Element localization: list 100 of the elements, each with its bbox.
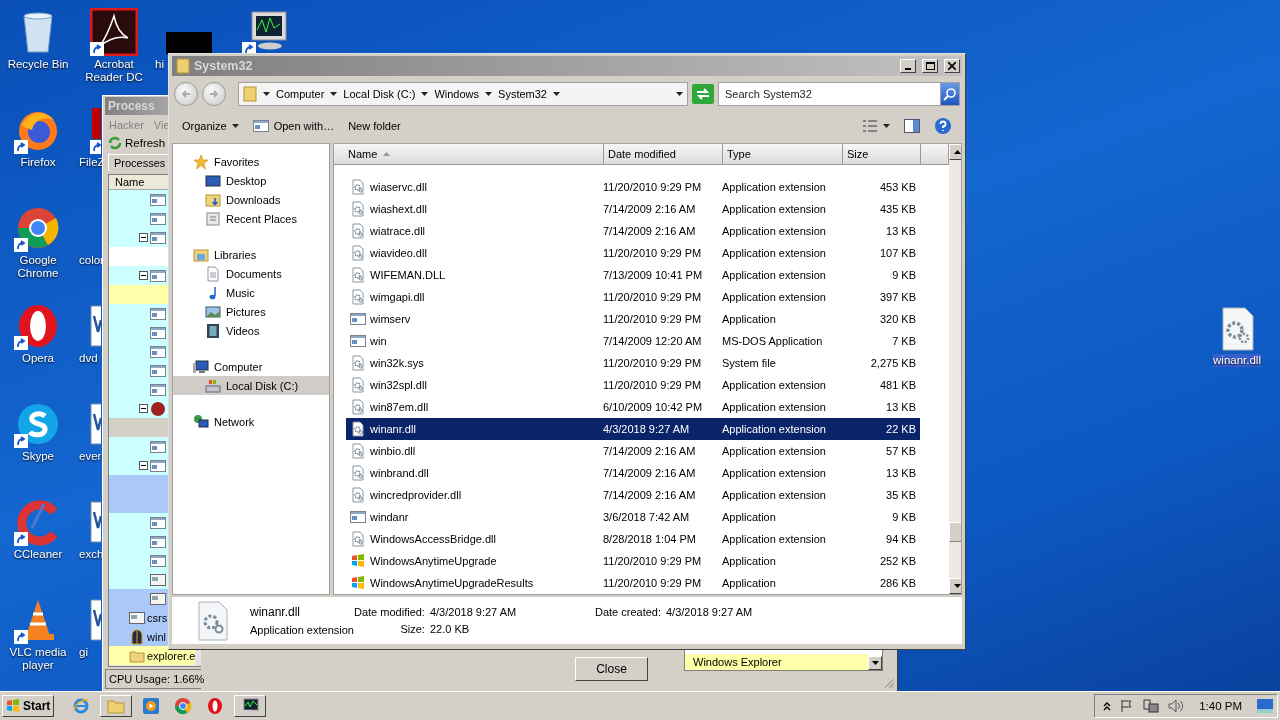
refresh-button[interactable]: Refresh	[105, 134, 168, 152]
search-button[interactable]	[940, 82, 960, 106]
start-button[interactable]: Start	[2, 695, 54, 717]
process-row[interactable]	[109, 266, 168, 285]
breadcrumb-item[interactable]: Computer	[276, 88, 338, 100]
file-row[interactable]: wiaservc.dll 11/20/2010 9:29 PM Application extension 453 KB	[346, 176, 920, 198]
process-row[interactable]	[109, 190, 168, 209]
document-icon[interactable]	[90, 302, 101, 350]
process-row[interactable]	[109, 589, 168, 608]
nav-item[interactable]: Downloads	[173, 190, 329, 209]
process-row[interactable]	[109, 228, 168, 247]
resize-grip-icon[interactable]	[883, 677, 895, 689]
detail-label: Date created:	[594, 606, 661, 618]
nav-item[interactable]: Recent Places	[173, 209, 329, 228]
address-bar[interactable]: Computer Local Disk (C:) Windows System32	[238, 82, 688, 106]
file-row[interactable]: win32k.sys 11/20/2010 9:29 PM System file 2,275 KB	[346, 352, 920, 374]
search-field[interactable]: Search System32	[718, 82, 940, 106]
file-row[interactable]: win32spl.dll 11/20/2010 9:29 PM Application extension 481 KB	[346, 374, 920, 396]
toolbar-button[interactable]: Open with…	[248, 116, 339, 136]
refresh-icon[interactable]	[692, 84, 714, 104]
nav-item[interactable]: Videos	[173, 321, 329, 340]
file-row[interactable]: winbio.dll 7/14/2009 2:16 AM Application extension 57 KB	[346, 440, 920, 462]
file-row[interactable]: WindowsAccessBridge.dll 8/28/2018 1:04 PM Application extension 94 KB	[346, 528, 920, 550]
collapse-icon[interactable]	[139, 271, 148, 280]
file-row[interactable]: wiatrace.dll 7/14/2009 2:16 AM Application extension 13 KB	[346, 220, 920, 242]
nav-item[interactable]: Computer	[173, 357, 329, 376]
program-icon[interactable]	[166, 32, 212, 54]
column-header[interactable]: Name	[109, 175, 168, 190]
file-row[interactable]: wimserv 11/20/2010 9:29 PM Application 320 KB	[346, 308, 920, 330]
clock[interactable]: 1:40 PM	[1193, 700, 1248, 712]
process-row[interactable]	[109, 304, 168, 323]
document-icon[interactable]	[90, 498, 101, 546]
column-header[interactable]: Type	[723, 144, 843, 164]
file-row[interactable]: winbrand.dll 7/14/2009 2:16 AM Application extension 13 KB	[346, 462, 920, 484]
scroll-up-button[interactable]	[949, 144, 961, 160]
breadcrumb-item[interactable]: Local Disk (C:)	[343, 88, 429, 100]
scroll-down-button[interactable]	[868, 656, 883, 670]
breadcrumb-item[interactable]: Windows	[434, 88, 493, 100]
process-row[interactable]	[109, 513, 168, 532]
nav-item[interactable]: Favorites	[173, 152, 329, 171]
nav-item[interactable]: Music	[173, 283, 329, 302]
file-row[interactable]: WindowsAnytimeUpgradeResults 11/20/2010 9:29 PM Application 286 KB	[346, 572, 920, 594]
list-item[interactable]: Windows Explorer	[685, 654, 869, 670]
breadcrumb-item[interactable]: System32	[498, 88, 560, 100]
toolbar-button[interactable]: New folder	[344, 118, 405, 134]
minimize-button[interactable]	[900, 59, 916, 73]
column-header[interactable]: Size	[843, 144, 921, 164]
folder-icon	[107, 697, 125, 715]
flag-icon[interactable]	[1120, 699, 1135, 713]
collapse-icon[interactable]	[139, 461, 148, 470]
close-button[interactable]	[944, 59, 960, 73]
process-row[interactable]	[109, 399, 168, 418]
chevron-up-icon[interactable]	[1103, 701, 1112, 711]
nav-item[interactable]: Documents	[173, 264, 329, 283]
process-row[interactable]	[109, 570, 168, 589]
scroll-thumb[interactable]	[949, 522, 961, 542]
scrollbar[interactable]	[949, 144, 961, 594]
taskbar-button[interactable]	[100, 695, 132, 717]
file-row[interactable]: wiashext.dll 7/14/2009 2:16 AM Application extension 435 KB	[346, 198, 920, 220]
nav-item[interactable]: Pictures	[173, 302, 329, 321]
nav-item[interactable]: Local Disk (C:)	[173, 376, 329, 395]
maximize-button[interactable]	[922, 59, 938, 73]
file-row[interactable]: wincredprovider.dll 7/14/2009 2:16 AM Application extension 35 KB	[346, 484, 920, 506]
process-row[interactable]: winl	[109, 627, 168, 646]
process-row[interactable]	[109, 456, 168, 475]
taskbar-button[interactable]	[234, 695, 266, 717]
collapse-icon[interactable]	[139, 404, 148, 413]
column-header[interactable]: Date modified	[604, 144, 723, 164]
process-row[interactable]: explorer.e	[109, 646, 196, 665]
process-row[interactable]	[109, 437, 168, 456]
file-row[interactable]: winanr.dll 4/3/2018 9:27 AM Application extension 22 KB	[346, 418, 920, 440]
show-desktop-icon[interactable]	[1257, 699, 1273, 713]
collapse-icon[interactable]	[139, 233, 148, 242]
file-row[interactable]: WIFEMAN.DLL 7/13/2009 10:41 PM Application extension 9 KB	[346, 264, 920, 286]
acrobat-icon[interactable]	[90, 8, 138, 56]
file-row[interactable]: wiavideo.dll 11/20/2010 9:29 PM Application extension 107 KB	[346, 242, 920, 264]
speaker-icon[interactable]	[1168, 699, 1185, 713]
picture-icon	[205, 303, 221, 320]
nav-item[interactable]: Desktop	[173, 171, 329, 190]
network-icon[interactable]	[1143, 699, 1160, 713]
document-icon[interactable]	[90, 400, 101, 448]
application-window-icon	[150, 343, 166, 360]
size-cell-text: 435 KB	[878, 203, 917, 215]
column-header[interactable]: Name	[334, 144, 604, 164]
file-row[interactable]: windanr 3/6/2018 7:42 AM Application 9 KB	[346, 506, 920, 528]
file-row[interactable]: wimgapi.dll 11/20/2010 9:29 PM Application extension 397 KB	[346, 286, 920, 308]
process-row[interactable]: csrs	[109, 608, 168, 627]
file-row[interactable]: win87em.dll 6/10/2009 10:42 PM Application extension 13 KB	[346, 396, 920, 418]
type-cell-text: Application extension	[722, 401, 827, 413]
scroll-down-button[interactable]	[949, 578, 961, 594]
toolbar-button[interactable]: Organize	[178, 118, 243, 134]
file-row[interactable]: win 7/14/2009 12:20 AM MS-DOS Application 7 KB	[346, 330, 920, 352]
dropdown-caret-icon	[676, 92, 683, 96]
file-row[interactable]: WindowsAnytimeUpgrade 11/20/2010 9:29 PM Application 252 KB	[346, 550, 920, 572]
nav-item[interactable]: Libraries	[173, 245, 329, 264]
type-cell-text: Application extension	[722, 423, 827, 435]
nav-item[interactable]: Network	[173, 412, 329, 431]
process-name: explorer.e	[147, 649, 196, 662]
close-button[interactable]: Close	[575, 657, 648, 681]
document-icon[interactable]	[90, 596, 101, 644]
